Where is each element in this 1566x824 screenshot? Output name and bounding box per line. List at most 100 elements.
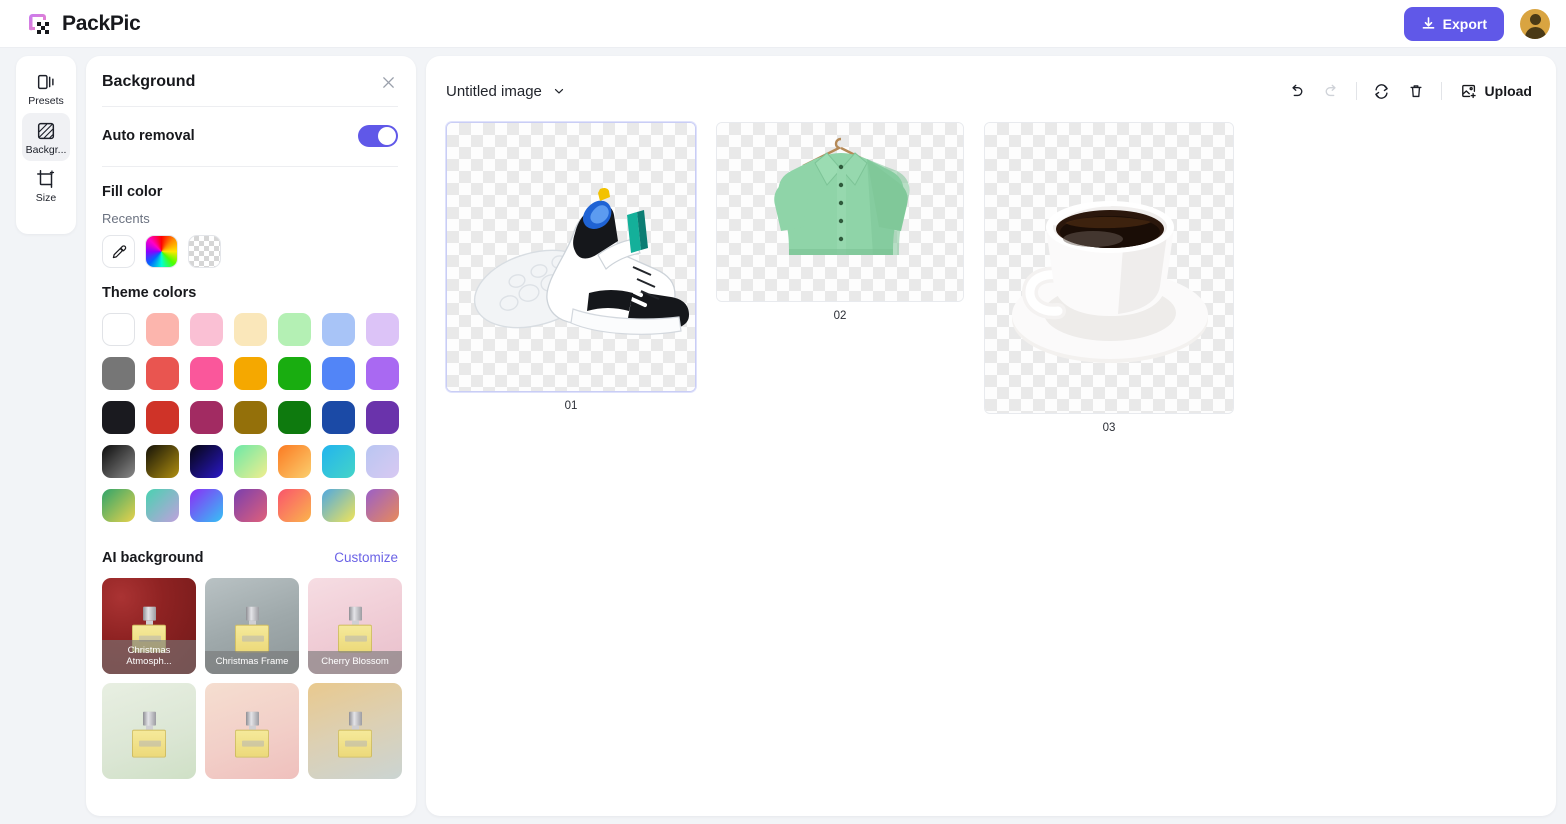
ai-background-card-caption: Christmas Atmosph... bbox=[102, 639, 196, 674]
thumbnail-image[interactable] bbox=[984, 122, 1234, 414]
top-bar: PackPic Export bbox=[0, 0, 1566, 48]
theme-color-swatch[interactable] bbox=[190, 445, 223, 478]
theme-color-swatch[interactable] bbox=[322, 357, 355, 390]
app-title: PackPic bbox=[62, 11, 141, 35]
refresh-icon[interactable] bbox=[1365, 76, 1399, 106]
perfume-bottle-icon bbox=[234, 606, 270, 653]
theme-color-grid bbox=[102, 313, 399, 522]
recents-label: Recents bbox=[102, 211, 150, 226]
background-icon bbox=[35, 120, 57, 142]
theme-color-swatch[interactable] bbox=[234, 357, 267, 390]
theme-color-swatch[interactable] bbox=[234, 445, 267, 478]
perfume-bottle-icon bbox=[337, 711, 373, 758]
theme-color-swatch[interactable] bbox=[190, 401, 223, 434]
background-panel-scroll[interactable]: Background Auto removal Fill color Recen… bbox=[86, 56, 416, 816]
coffee-cup-artwork bbox=[985, 123, 1233, 413]
auto-removal-label: Auto removal bbox=[102, 128, 195, 144]
image-gallery: 01 02 03 bbox=[446, 122, 1536, 434]
theme-color-swatch[interactable] bbox=[146, 445, 179, 478]
rainbow-swatch[interactable] bbox=[145, 235, 178, 268]
theme-color-swatch[interactable] bbox=[146, 357, 179, 390]
gallery-item-02: 02 bbox=[716, 122, 964, 322]
rail-item-background-label: Backgr... bbox=[25, 144, 67, 156]
tool-rail: Presets Backgr... Size bbox=[16, 56, 76, 234]
rail-item-presets[interactable]: Presets bbox=[22, 64, 70, 113]
gallery-item-01: 01 bbox=[446, 122, 696, 412]
theme-color-swatch[interactable] bbox=[190, 489, 223, 522]
sneakers-artwork bbox=[447, 123, 695, 391]
theme-color-swatch[interactable] bbox=[278, 357, 311, 390]
theme-color-swatch[interactable] bbox=[322, 445, 355, 478]
theme-color-swatch[interactable] bbox=[234, 489, 267, 522]
theme-color-swatch[interactable] bbox=[234, 313, 267, 346]
thumbnail-caption: 03 bbox=[1102, 422, 1116, 434]
theme-color-swatch[interactable] bbox=[146, 313, 179, 346]
theme-color-swatch[interactable] bbox=[322, 489, 355, 522]
theme-color-swatch[interactable] bbox=[190, 313, 223, 346]
theme-color-swatch[interactable] bbox=[366, 313, 399, 346]
theme-color-swatch[interactable] bbox=[102, 401, 135, 434]
size-crop-icon bbox=[35, 168, 57, 190]
thumbnail-image[interactable] bbox=[446, 122, 696, 392]
panel-title: Background bbox=[102, 73, 196, 90]
user-avatar-icon[interactable] bbox=[1520, 8, 1550, 39]
panel-header: Background bbox=[102, 72, 398, 106]
rail-item-size[interactable]: Size bbox=[22, 161, 70, 210]
document-name-dropdown[interactable]: Untitled image bbox=[446, 83, 566, 100]
ai-background-card[interactable]: Christmas Atmosph... bbox=[102, 578, 196, 674]
thumbnail-image[interactable] bbox=[716, 122, 964, 302]
theme-color-swatch[interactable] bbox=[102, 357, 135, 390]
eyedropper-swatch[interactable] bbox=[102, 235, 135, 268]
canvas-toolbar: Untitled image Upload bbox=[446, 72, 1536, 110]
theme-color-swatch[interactable] bbox=[102, 313, 135, 346]
theme-color-swatch[interactable] bbox=[278, 489, 311, 522]
ai-background-card[interactable] bbox=[102, 683, 196, 779]
main-layout: Presets Backgr... Size Background Auto r… bbox=[0, 48, 1566, 824]
theme-color-swatch[interactable] bbox=[278, 401, 311, 434]
ai-background-card[interactable]: Cherry Blossom bbox=[308, 578, 402, 674]
trash-icon[interactable] bbox=[1399, 76, 1433, 106]
theme-color-swatch[interactable] bbox=[146, 401, 179, 434]
fill-color-title: Fill color bbox=[102, 184, 163, 200]
close-icon[interactable] bbox=[378, 72, 398, 92]
theme-color-swatch[interactable] bbox=[366, 357, 399, 390]
undo-icon[interactable] bbox=[1280, 76, 1314, 106]
canvas-area: Untitled image Upload 01 02 03 bbox=[426, 56, 1556, 816]
theme-color-swatch[interactable] bbox=[102, 489, 135, 522]
theme-color-swatch[interactable] bbox=[190, 357, 223, 390]
brand: PackPic bbox=[26, 11, 141, 37]
toolbar-divider-2 bbox=[1440, 82, 1442, 100]
export-button[interactable]: Export bbox=[1403, 6, 1504, 41]
redo-icon bbox=[1314, 76, 1348, 106]
ai-background-grid: Christmas Atmosph... Christmas Frame Cherr… bbox=[102, 578, 402, 779]
background-panel: Background Auto removal Fill color Recen… bbox=[86, 56, 416, 816]
theme-color-swatch[interactable] bbox=[366, 401, 399, 434]
ai-background-card[interactable] bbox=[308, 683, 402, 779]
perfume-bottle-icon bbox=[234, 711, 270, 758]
customize-link[interactable]: Customize bbox=[334, 550, 398, 565]
toolbar-divider-1 bbox=[1355, 82, 1357, 100]
theme-color-swatch[interactable] bbox=[234, 401, 267, 434]
theme-color-swatch[interactable] bbox=[366, 489, 399, 522]
rail-item-presets-label: Presets bbox=[28, 96, 64, 107]
transparent-swatch[interactable] bbox=[188, 235, 221, 268]
export-button-label: Export bbox=[1442, 15, 1487, 32]
perfume-bottle-icon bbox=[131, 711, 167, 758]
auto-removal-row: Auto removal bbox=[102, 107, 398, 166]
theme-color-swatch[interactable] bbox=[322, 401, 355, 434]
theme-color-swatch[interactable] bbox=[278, 445, 311, 478]
gallery-item-03: 03 bbox=[984, 122, 1234, 434]
rail-item-background[interactable]: Backgr... bbox=[22, 112, 70, 162]
upload-button[interactable]: Upload bbox=[1450, 82, 1536, 100]
theme-color-swatch[interactable] bbox=[102, 445, 135, 478]
theme-color-swatch[interactable] bbox=[278, 313, 311, 346]
divider-mid bbox=[102, 166, 398, 167]
ai-background-card[interactable] bbox=[205, 683, 299, 779]
theme-color-swatch[interactable] bbox=[322, 313, 355, 346]
chevron-down-icon bbox=[552, 84, 566, 98]
auto-removal-toggle[interactable] bbox=[358, 125, 398, 147]
theme-color-swatch[interactable] bbox=[366, 445, 399, 478]
theme-color-swatch[interactable] bbox=[146, 489, 179, 522]
ai-background-card[interactable]: Christmas Frame bbox=[205, 578, 299, 674]
theme-colors-title: Theme colors bbox=[102, 285, 197, 301]
